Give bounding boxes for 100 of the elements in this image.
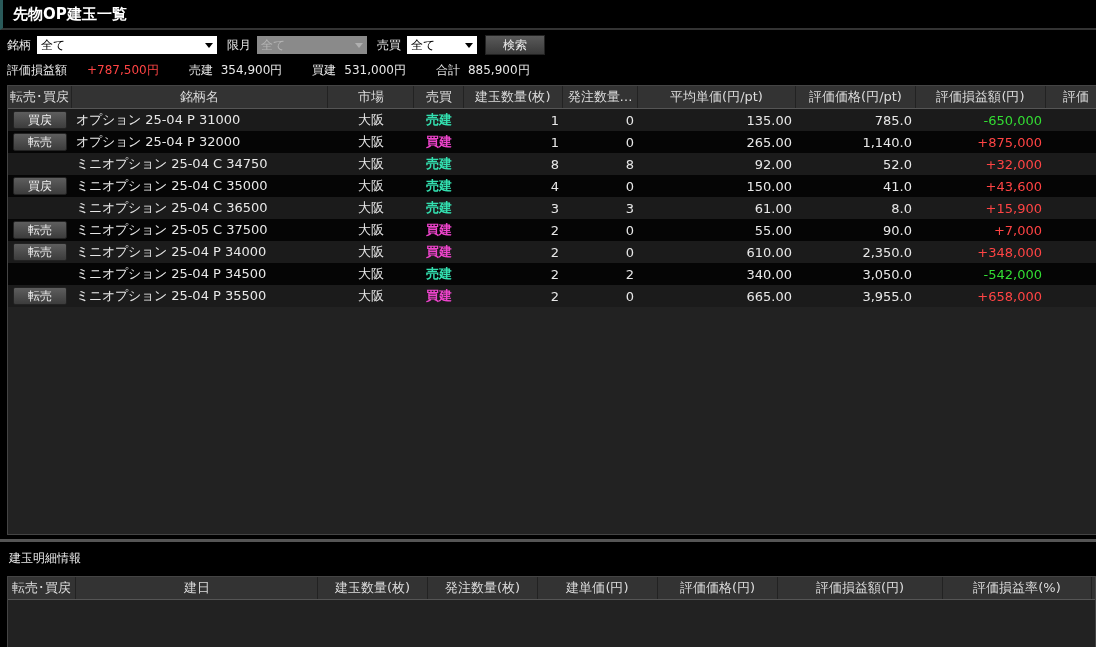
column-header[interactable]: 銘柄名 xyxy=(72,86,328,108)
action-button[interactable]: 転売 xyxy=(13,287,67,305)
table-cell-text: +43,600 xyxy=(984,178,1043,194)
table-cell-text: ミニオプション 25-04 C 36500 xyxy=(75,199,269,217)
summary-label: 買建 xyxy=(312,61,337,79)
column-header[interactable]: 建玉数量(枚) xyxy=(464,86,563,108)
column-header[interactable]: 市場 xyxy=(328,86,414,108)
table-cell-text: 2 xyxy=(549,244,560,260)
table-cell-text: ミニオプション 25-04 P 34000 xyxy=(75,243,268,261)
position-row[interactable]: 転売 オプション 25-04 P 32000 大阪 買建 1 0 265.00 1,140.0 +875,000 xyxy=(8,131,1096,153)
position-row[interactable]: 転売 ミニオプション 25-04 P 35500 大阪 買建 2 0 665.00 3,955.0 +658,000 xyxy=(8,285,1096,307)
table-cell-text: 3 xyxy=(549,200,560,216)
position-row[interactable]: ミニオプション 25-04 C 36500 大阪 売建 3 3 61.00 8.0 +15,900 xyxy=(8,197,1096,219)
table-cell-text: 大阪 xyxy=(357,243,385,261)
column-header[interactable]: 売買 xyxy=(414,86,464,108)
table-cell-text: 3 xyxy=(624,200,635,216)
table-cell-text: 0 xyxy=(624,244,635,260)
column-header[interactable]: 発注数量(枚) xyxy=(428,577,538,599)
table-cell-text: 0 xyxy=(624,178,635,194)
table-cell-text: 大阪 xyxy=(357,221,385,239)
caret-icon xyxy=(205,42,213,48)
filter-label: 限月 xyxy=(227,36,251,54)
table-cell-text: 売建 xyxy=(425,111,453,129)
table-cell-text: +875,000 xyxy=(976,134,1043,150)
summary-value: 885,900円 xyxy=(467,61,530,79)
table-cell-text: 8 xyxy=(549,156,560,172)
table-cell-text: 買建 xyxy=(425,287,453,305)
position-row[interactable]: 買戻 ミニオプション 25-04 C 35000 大阪 売建 4 0 150.00 41.0 +43,600 xyxy=(8,175,1096,197)
table-cell-text: 大阪 xyxy=(357,199,385,217)
table-cell-text: ミニオプション 25-04 C 34750 xyxy=(75,155,269,173)
table-cell-text: 買建 xyxy=(425,243,453,261)
table-cell-text: 0 xyxy=(624,288,635,304)
filter-dropdown[interactable]: 全て xyxy=(37,36,217,54)
table-cell-text: 340.00 xyxy=(745,266,793,282)
summary-value: 531,000円 xyxy=(344,61,406,79)
summary-label: 評価損益額 xyxy=(7,61,67,79)
table-cell-text: -542,000 xyxy=(982,266,1043,282)
column-header[interactable]: 評価価格(円) xyxy=(658,577,778,599)
table-cell-text: -650,000 xyxy=(982,112,1043,128)
column-header[interactable]: 評価損益額(円) xyxy=(778,577,943,599)
filter-label: 銘柄 xyxy=(7,36,31,54)
table-cell-text: 1 xyxy=(549,112,560,128)
column-header[interactable]: 転売･買戻 xyxy=(8,86,72,108)
table-cell-text: ミニオプション 25-04 P 35500 xyxy=(75,287,268,305)
column-header[interactable]: 発注数量… xyxy=(563,86,638,108)
position-row[interactable]: 転売 ミニオプション 25-04 P 34000 大阪 買建 2 0 610.00 2,350.0 +348,000 xyxy=(8,241,1096,263)
table-cell-text: 92.00 xyxy=(753,156,793,172)
table-cell-text: 大阪 xyxy=(357,133,385,151)
table-cell-text: 売建 xyxy=(425,155,453,173)
summary-label: 合計 xyxy=(435,61,460,79)
search-button[interactable]: 検索 xyxy=(485,35,545,55)
window-title: 先物OP建玉一覧 xyxy=(13,4,127,24)
action-button[interactable]: 転売 xyxy=(13,243,67,261)
column-header[interactable]: 評価損益額(円) xyxy=(916,86,1046,108)
table-cell-text: ミニオプション 25-04 C 35000 xyxy=(75,177,269,195)
filter-dropdown[interactable]: 全て xyxy=(407,36,477,54)
column-header[interactable]: 建単価(円) xyxy=(538,577,658,599)
position-row[interactable]: ミニオプション 25-04 P 34500 大阪 売建 2 2 340.00 3,050.0 -542,000 xyxy=(8,263,1096,285)
action-button[interactable]: 転売 xyxy=(13,221,67,239)
column-header[interactable]: 建日 xyxy=(76,577,318,599)
table-cell-text: 55.00 xyxy=(753,222,793,238)
column-header[interactable]: 建玉数量(枚) xyxy=(318,577,428,599)
table-cell-text: 大阪 xyxy=(357,287,385,305)
action-button[interactable]: 買戻 xyxy=(13,177,67,195)
table-cell-text: 買建 xyxy=(425,133,453,151)
position-row[interactable]: 買戻 オプション 25-04 P 31000 大阪 売建 1 0 135.00 785.0 -650,000 xyxy=(8,109,1096,131)
table-cell-text: 265.00 xyxy=(745,134,793,150)
table-cell-text: 0 xyxy=(624,134,635,150)
table-cell-text: +7,000 xyxy=(992,222,1043,238)
action-button[interactable]: 買戻 xyxy=(13,111,67,129)
action-button[interactable]: 転売 xyxy=(13,133,67,151)
column-header[interactable]: 評価 xyxy=(1046,86,1096,108)
table-cell-text: ミニオプション 25-04 P 34500 xyxy=(75,265,268,283)
column-header[interactable]: 評価価格(円/pt) xyxy=(796,86,916,108)
table-cell-text: 1 xyxy=(549,134,560,150)
position-row[interactable]: ミニオプション 25-04 C 34750 大阪 売建 8 8 92.00 52.0 +32,000 xyxy=(8,153,1096,175)
table-cell-text: オプション 25-04 P 31000 xyxy=(75,111,242,129)
caret-icon xyxy=(465,42,473,48)
position-row[interactable]: 転売 ミニオプション 25-05 C 37500 大阪 買建 2 0 55.00 90.0 +7,000 xyxy=(8,219,1096,241)
section-title: 建玉明細情報 xyxy=(8,550,82,567)
table-cell-text: 90.0 xyxy=(882,222,913,238)
column-header[interactable]: 平均単価(円/pt) xyxy=(638,86,796,108)
table-cell-text: 8.0 xyxy=(890,200,913,216)
table-cell-text: 0 xyxy=(624,112,635,128)
column-header[interactable]: 転売･買戻 xyxy=(8,577,76,599)
table-cell-text: +15,900 xyxy=(984,200,1043,216)
table-cell-text: 大阪 xyxy=(357,177,385,195)
table-cell-text: 4 xyxy=(549,178,560,194)
summary-value: 354,900円 xyxy=(220,61,283,79)
summary-label: 売建 xyxy=(188,61,213,79)
filter-label: 売買 xyxy=(377,36,401,54)
column-header[interactable]: 評価損益率(%) xyxy=(943,577,1092,599)
table-cell-text: 買建 xyxy=(425,221,453,239)
table-cell-text: オプション 25-04 P 32000 xyxy=(75,133,242,151)
table-cell-text: 2 xyxy=(549,222,560,238)
table-cell-text: 0 xyxy=(624,222,635,238)
table-cell-text: +32,000 xyxy=(984,156,1043,172)
table-cell-text: 2,350.0 xyxy=(861,244,913,260)
table-cell-text: 8 xyxy=(624,156,635,172)
table-cell-text: 61.00 xyxy=(753,200,793,216)
